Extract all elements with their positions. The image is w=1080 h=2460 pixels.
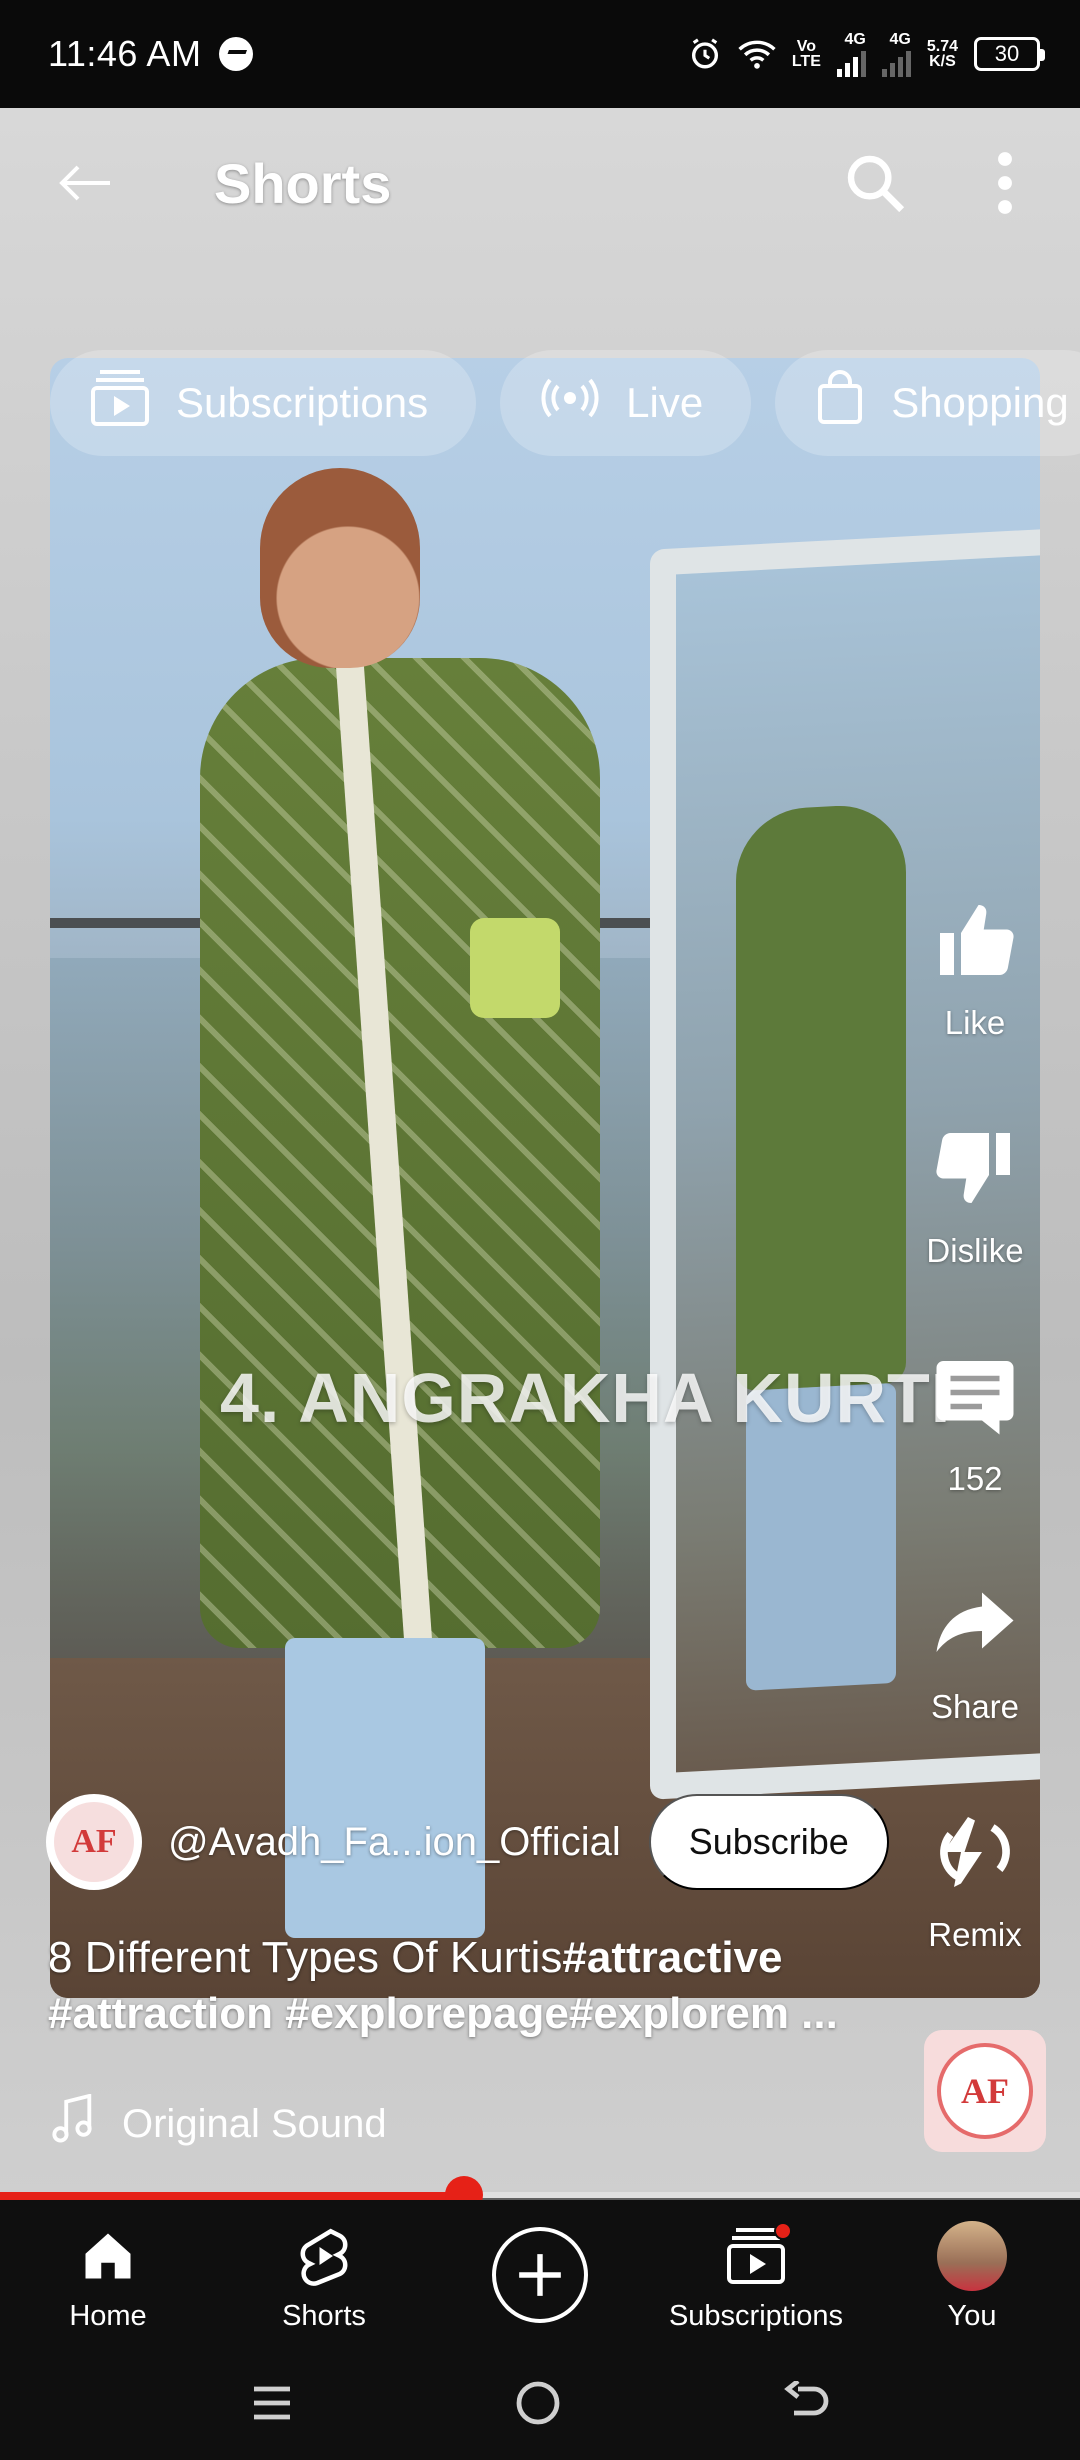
profile-avatar bbox=[937, 2220, 1007, 2291]
subscribe-button[interactable]: Subscribe bbox=[648, 1794, 889, 1890]
chip-subscriptions[interactable]: Subscriptions bbox=[50, 350, 477, 456]
top-bar: Shorts bbox=[0, 108, 1080, 258]
network-speed: 5.74 K/S bbox=[926, 38, 958, 70]
status-icons: Vo LTE 4G 4G 5.74 K/S 30 bbox=[688, 30, 1045, 77]
page-title: Shorts bbox=[214, 151, 392, 215]
video-description[interactable]: 8 Different Types Of Kurtis#attractive #… bbox=[48, 1930, 928, 2042]
remix-icon bbox=[925, 1802, 1025, 1902]
network-2-label: 4G bbox=[889, 30, 911, 48]
create-icon bbox=[492, 2227, 588, 2323]
share-label: Share bbox=[930, 1688, 1020, 1725]
progress-fill bbox=[0, 2192, 465, 2200]
dislike-label: Dislike bbox=[926, 1232, 1024, 1269]
live-icon bbox=[540, 376, 600, 430]
home-icon bbox=[81, 2218, 135, 2294]
signal-2-icon: 4G bbox=[881, 30, 911, 77]
bottom-navigation: Home Shorts Subscriptions You bbox=[0, 2200, 1080, 2350]
network-1-label: 4G bbox=[844, 30, 866, 48]
video-overlay-text: 4. ANGRAKHA KURTI bbox=[220, 1359, 952, 1437]
channel-avatar[interactable]: AF bbox=[46, 1794, 142, 1890]
model-pants bbox=[285, 1638, 485, 1938]
chip-label: Subscriptions bbox=[176, 379, 429, 426]
signal-1-icon: 4G bbox=[836, 30, 866, 77]
description-text: 8 Different Types Of Kurtis bbox=[48, 1933, 563, 1982]
music-note-icon bbox=[50, 2093, 94, 2154]
search-icon[interactable] bbox=[840, 148, 910, 218]
share-arrow-icon bbox=[925, 1574, 1025, 1674]
battery-level: 30 bbox=[994, 41, 1020, 66]
nav-label: You bbox=[947, 2299, 997, 2332]
battery-icon: 30 bbox=[974, 37, 1045, 71]
notification-dot bbox=[774, 2221, 792, 2240]
model-bag bbox=[470, 918, 560, 1018]
mirror-reflection bbox=[736, 802, 906, 1392]
more-options-icon[interactable] bbox=[970, 148, 1040, 218]
channel-avatar-logo: AF bbox=[54, 1802, 134, 1882]
volte-indicator: Vo LTE bbox=[791, 38, 821, 70]
status-time: 11:46 AM bbox=[48, 33, 202, 74]
nav-home[interactable]: Home bbox=[0, 2218, 216, 2333]
signal-bars-1 bbox=[836, 47, 866, 77]
sound-thumbnail-logo: AF bbox=[937, 2043, 1033, 2139]
subscriptions-icon bbox=[726, 2218, 792, 2294]
wifi-icon bbox=[738, 38, 776, 70]
model-head bbox=[260, 468, 420, 668]
comment-count: 152 bbox=[947, 1460, 1003, 1497]
signal-bars-2 bbox=[881, 47, 911, 77]
back-arrow-icon[interactable] bbox=[54, 153, 114, 213]
comment-icon bbox=[925, 1346, 1025, 1446]
nav-create[interactable] bbox=[432, 2227, 648, 2323]
you-avatar bbox=[937, 2218, 1007, 2294]
action-rail: Like Dislike 152 Share Remix bbox=[890, 890, 1060, 2030]
channel-row: AF @Avadh_Fa...ion_Official Subscribe bbox=[46, 1794, 889, 1890]
status-bar: 11:46 AM Vo LTE 4G 4G 5.74 K/S 30 bbox=[0, 0, 1080, 108]
feed-chips: Subscriptions Live Shopping bbox=[50, 350, 1080, 460]
dislike-button[interactable]: Dislike bbox=[925, 1118, 1025, 1346]
back-system-icon[interactable] bbox=[782, 2378, 830, 2430]
chip-shopping[interactable]: Shopping bbox=[775, 350, 1080, 456]
remix-label: Remix bbox=[928, 1916, 1022, 1953]
nav-label: Home bbox=[69, 2299, 147, 2332]
nav-subscriptions[interactable]: Subscriptions bbox=[648, 2218, 864, 2333]
subscriptions-icon bbox=[90, 370, 150, 436]
nav-you[interactable]: You bbox=[864, 2218, 1080, 2333]
video-progress-bar[interactable] bbox=[0, 2176, 1080, 2214]
like-button[interactable]: Like bbox=[925, 890, 1025, 1118]
sound-thumbnail[interactable]: AF bbox=[924, 2030, 1046, 2152]
comments-button[interactable]: 152 bbox=[925, 1346, 1025, 1574]
shorts-icon bbox=[297, 2218, 351, 2294]
alarm-icon bbox=[688, 37, 722, 71]
system-navigation bbox=[0, 2350, 1080, 2460]
model-kurta bbox=[200, 658, 600, 1648]
shopping-bag-icon bbox=[815, 370, 865, 436]
thumbs-up-icon bbox=[925, 890, 1025, 990]
share-button[interactable]: Share bbox=[925, 1574, 1025, 1802]
recent-apps-icon[interactable] bbox=[250, 2381, 294, 2430]
sound-row[interactable]: Original Sound bbox=[50, 2093, 387, 2154]
nav-label: Subscriptions bbox=[668, 2299, 844, 2332]
nav-shorts[interactable]: Shorts bbox=[216, 2218, 432, 2333]
remix-button[interactable]: Remix bbox=[925, 1802, 1025, 2030]
nav-label: Shorts bbox=[282, 2299, 366, 2332]
chip-label: Shopping bbox=[891, 379, 1069, 426]
chip-live[interactable]: Live bbox=[500, 350, 752, 456]
channel-handle[interactable]: @Avadh_Fa...ion_Official bbox=[168, 1820, 621, 1865]
chip-label: Live bbox=[626, 379, 704, 426]
home-circle-icon[interactable] bbox=[514, 2379, 562, 2432]
thumbs-down-icon bbox=[925, 1118, 1025, 1218]
messenger-icon bbox=[219, 37, 254, 71]
sound-label: Original Sound bbox=[122, 2101, 387, 2146]
like-label: Like bbox=[944, 1004, 1006, 1041]
